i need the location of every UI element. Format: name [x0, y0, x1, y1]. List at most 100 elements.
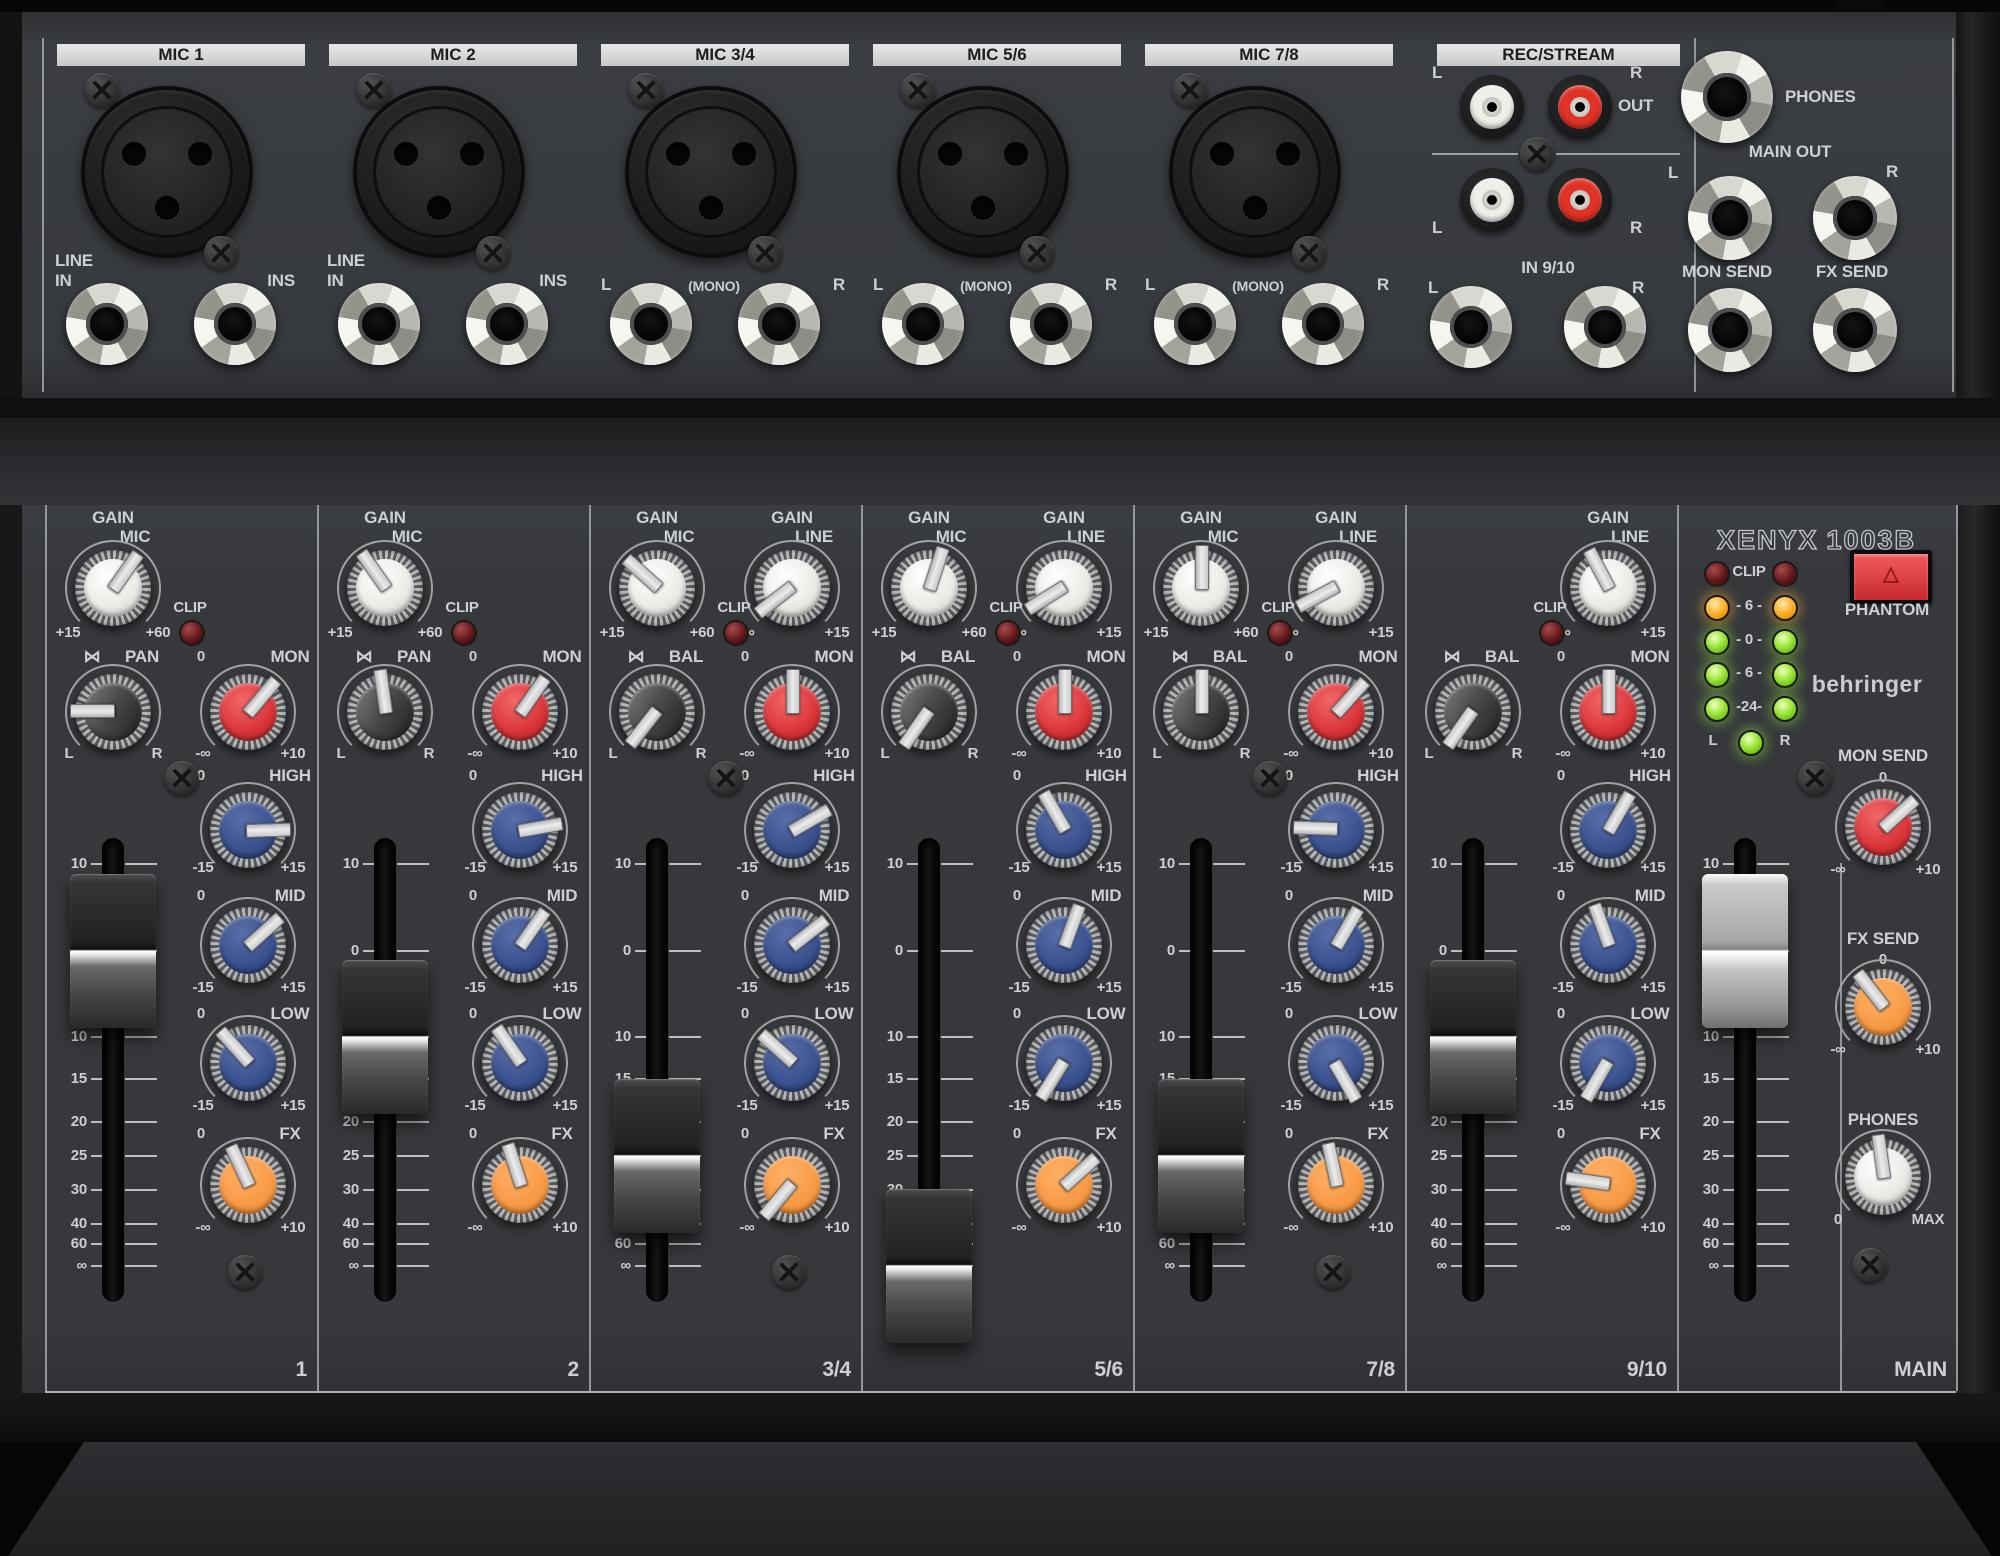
ch3-4-gain-line-knob[interactable]	[742, 538, 842, 638]
ch5-6-fader-scale-label: 0	[861, 942, 903, 960]
ch2-fader-scale-label: 60	[317, 1235, 359, 1253]
xlr-pin-hole	[1210, 142, 1234, 166]
section-label-bar: MIC 1	[57, 44, 305, 66]
ch5-6-fader-scale-tick	[941, 1155, 973, 1157]
ch9-10-fader-scale-label: 30	[1405, 1181, 1447, 1199]
ch3-4-high-min-label: -15	[716, 859, 778, 877]
phantom-button[interactable]: △	[1850, 550, 1932, 604]
ch7-8-clip-label: CLIP	[1243, 599, 1313, 617]
ch7-8-pan-min-label: L	[1137, 745, 1177, 763]
ch5-6-pan-min-label: L	[865, 745, 905, 763]
ch2-gain-mic-title: GAIN	[335, 508, 435, 528]
ch1-high-min-label: -15	[172, 859, 234, 877]
ch1-gain-mic-knob[interactable]	[63, 538, 163, 638]
ch1-fader-scale-tick	[91, 1078, 102, 1080]
stereo-left-jack	[610, 283, 692, 365]
ch7-8-number-label: 7/8	[1283, 1358, 1395, 1382]
ch9-10-fader-scale-tick	[1485, 950, 1517, 952]
insert-jack	[466, 283, 548, 365]
control-panel-left-shade	[0, 505, 22, 1393]
xlr-face	[373, 106, 505, 238]
ch9-10-fader-cap[interactable]	[1430, 960, 1516, 1114]
ch2-gain-mic-knob[interactable]	[335, 538, 435, 638]
jack-hole	[630, 303, 673, 346]
ch9-10-gain-line-title: GAIN	[1558, 508, 1658, 528]
meter-row-label: - 6 -	[1721, 664, 1777, 682]
insert-label: INS	[467, 271, 567, 291]
ch7-8-fader-scale-label: 10	[1133, 1028, 1175, 1046]
ch2-fader-scale-tick	[397, 1223, 429, 1225]
ch7-8-gain-mic-knob[interactable]	[1151, 538, 1251, 638]
xlr-pin-hole	[394, 142, 418, 166]
mic-xlr-connector-2	[353, 86, 525, 258]
ch7-8-gain-mic-title: GAIN	[1151, 508, 1251, 528]
ch7-8-fader-scale-tick	[1213, 863, 1245, 865]
phones-min-label: 0	[1807, 1211, 1869, 1229]
main-fader-scale-tick	[1757, 1078, 1789, 1080]
ch3-4-fx-min-label: -∞	[716, 1219, 778, 1237]
ch9-10-low-max-label: +15	[1622, 1097, 1684, 1115]
line-in-label-2: IN	[327, 271, 344, 291]
ch5-6-gain-mic-knob[interactable]	[879, 538, 979, 638]
xlr-face	[1189, 106, 1321, 238]
rca-hole	[1575, 102, 1585, 112]
line-in-label-1: LINE	[55, 251, 93, 271]
ch1-fader-scale-label: ∞	[45, 1257, 87, 1275]
ch7-8-gain-line-knob[interactable]	[1286, 538, 1386, 638]
ch9-10-fader-scale-label: 40	[1405, 1215, 1447, 1233]
ch1-fader-scale-tick	[91, 863, 102, 865]
main-fader-scale-tick	[1757, 1121, 1789, 1123]
fx-send-jack-label: FX SEND	[1782, 262, 1922, 282]
ch7-8-fader-scale-tick	[1179, 1265, 1190, 1267]
ch9-10-fader-scale-tick	[1451, 1121, 1462, 1123]
ch1-fx-min-label: -∞	[172, 1219, 234, 1237]
ch5-6-fader-scale-tick	[907, 1078, 918, 1080]
ch9-10-fader-scale-tick	[1485, 1265, 1517, 1267]
ch5-6-fader-cap[interactable]	[886, 1189, 972, 1343]
ch7-8-mid-min-label: -15	[1260, 979, 1322, 997]
ch9-10-fader-scale-label: ∞	[1405, 1257, 1447, 1275]
ch2-high-min-label: -15	[444, 859, 506, 877]
ch5-6-fader-scale-tick	[941, 863, 973, 865]
rec-stream-label-bar: REC/STREAM	[1437, 44, 1680, 66]
rec-in-right-label: R	[1630, 218, 1642, 238]
main-fader-scale-tick	[1723, 1189, 1734, 1191]
jack-hole	[902, 303, 945, 346]
phantom-label: PHANTOM	[1810, 600, 1964, 620]
xlr-face	[917, 106, 1049, 238]
ch2-fader-cap[interactable]	[342, 960, 428, 1114]
left-jack-label: L	[601, 275, 611, 295]
ch5-6-gain-line-knob[interactable]	[1014, 538, 1114, 638]
ch2-clip-label: CLIP	[427, 599, 497, 617]
main-fader-cap[interactable]	[1702, 874, 1788, 1028]
ch7-8-fader-cap[interactable]	[1158, 1079, 1244, 1233]
xlr-face	[101, 106, 233, 238]
ch1-fader-scale-tick	[125, 1121, 157, 1123]
main-fader-scale-tick	[1757, 1189, 1789, 1191]
ch3-4-gain-mic-knob[interactable]	[607, 538, 707, 638]
ch1-fader-scale-label: 30	[45, 1181, 87, 1199]
ch1-fader-scale-tick	[125, 863, 157, 865]
ch3-4-fader-scale-label: 60	[589, 1235, 631, 1253]
ch9-10-fader-scale-tick	[1451, 1223, 1462, 1225]
ch5-6-fader-scale-label: 25	[861, 1147, 903, 1165]
jack-section-5: MIC 7/8L(MONO)R	[1133, 36, 1405, 392]
screw-icon	[204, 236, 238, 270]
main-strip: XENYX1003BCLIP- 6 -- 0 -- 6 --24-LR△PHAN…	[1677, 505, 1956, 1391]
ch1-high-max-label: +15	[262, 859, 324, 877]
ch7-8-fader-scale-label: ∞	[1133, 1257, 1175, 1275]
ch1-fader-cap[interactable]	[70, 874, 156, 1028]
mono-label: (MONO)	[1193, 277, 1323, 295]
rec-divider-line	[1556, 153, 1680, 155]
ch1-mid-min-label: -15	[172, 979, 234, 997]
ch3-4-clip-led-icon	[723, 620, 749, 646]
ch2-fader-scale-tick	[363, 863, 374, 865]
jack-panel-divider-line	[42, 38, 44, 392]
ch5-6-fader-scale-tick	[907, 1155, 918, 1157]
ch7-8-fader-scale-tick	[1213, 1036, 1245, 1038]
section-label-bar: MIC 5/6	[873, 44, 1121, 66]
ch3-4-fader-cap[interactable]	[614, 1079, 700, 1233]
meter-led-right-2	[1772, 629, 1798, 655]
ch9-10-gain-line-knob[interactable]	[1558, 538, 1658, 638]
control-panel-right-shade	[1958, 505, 2000, 1393]
